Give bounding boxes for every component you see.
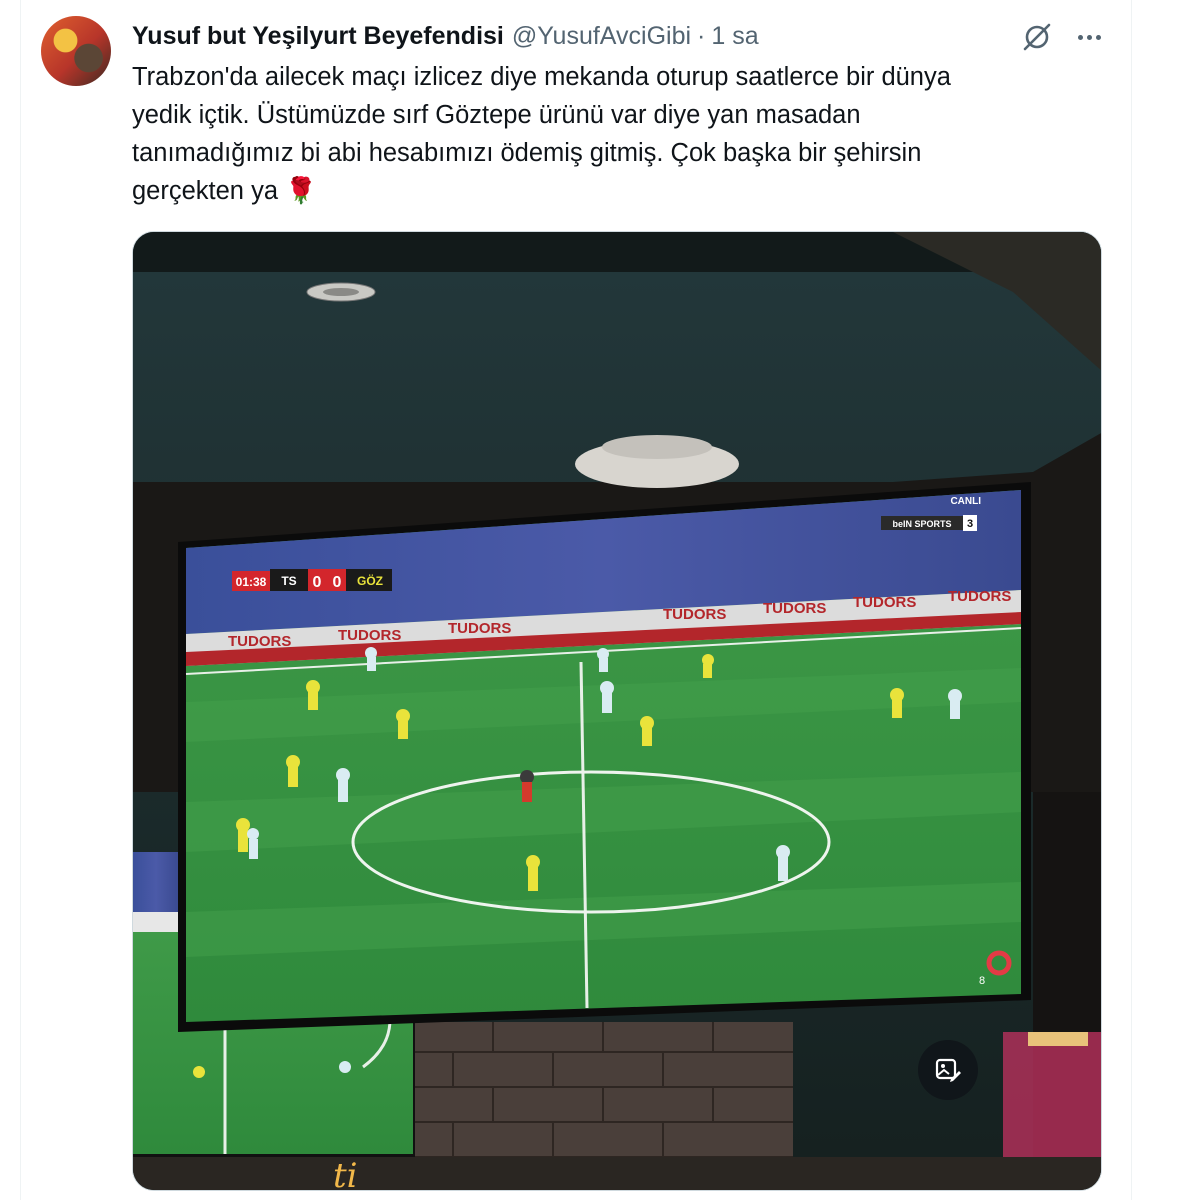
- tweet[interactable]: Yusuf but Yeşilyurt Beyefendisi @YusufAv…: [20, 0, 1132, 1200]
- home-score: 0: [313, 574, 322, 591]
- grok-icon[interactable]: [1021, 21, 1053, 53]
- ad-text: TUDORS: [228, 633, 291, 650]
- tweet-header: Yusuf but Yeşilyurt Beyefendisi @YusufAv…: [132, 20, 759, 52]
- floor-area: [133, 1157, 1101, 1190]
- lamp: [1028, 1032, 1088, 1046]
- bar-sign: ti: [333, 1156, 358, 1191]
- neon-sign: [1003, 1032, 1101, 1162]
- ad-text: TUDORS: [853, 594, 916, 611]
- ad-text: TUDORS: [763, 600, 826, 617]
- display-name[interactable]: Yusuf but Yeşilyurt Beyefendisi: [132, 22, 504, 51]
- ad-text: TUDORS: [338, 627, 401, 644]
- tweet-text: Trabzon'da ailecek maçı izlicez diye mek…: [132, 63, 951, 205]
- second-tv-ad: [133, 912, 179, 932]
- referee: [522, 782, 532, 802]
- channel-name: beIN SPORTS: [892, 519, 951, 529]
- ad-text: TUDORS: [448, 620, 511, 637]
- channel-number: 3: [967, 518, 973, 530]
- smoke-detector-top: [602, 435, 712, 459]
- scoreboard: 01:38 TS 0 0 GÖZ: [232, 569, 392, 591]
- ad-text: TUDORS: [948, 588, 1011, 605]
- second-tv-player: [339, 1061, 351, 1073]
- corner-number: 8: [979, 975, 985, 987]
- more-dot: [1095, 34, 1101, 40]
- more-dot: [1086, 34, 1092, 40]
- live-label: CANLI: [950, 496, 981, 507]
- more-horizontal-icon[interactable]: [1073, 21, 1105, 53]
- user-avatar[interactable]: [41, 16, 111, 86]
- separator-dot: ·: [697, 21, 706, 50]
- second-tv-crowd: [133, 852, 179, 912]
- match-clock: 01:38: [236, 575, 267, 589]
- tweet-time[interactable]: 1 sa: [711, 22, 758, 51]
- away-score: 0: [333, 574, 342, 591]
- away-team: GÖZ: [357, 573, 383, 588]
- ceiling-light-center: [323, 288, 359, 296]
- home-team: TS: [281, 574, 296, 588]
- user-handle[interactable]: @YusufAvciGibi: [512, 22, 691, 51]
- image-edit-icon[interactable]: [918, 1040, 978, 1100]
- second-tv-player: [193, 1066, 205, 1078]
- more-dot: [1077, 34, 1083, 40]
- ad-text: TUDORS: [663, 606, 726, 623]
